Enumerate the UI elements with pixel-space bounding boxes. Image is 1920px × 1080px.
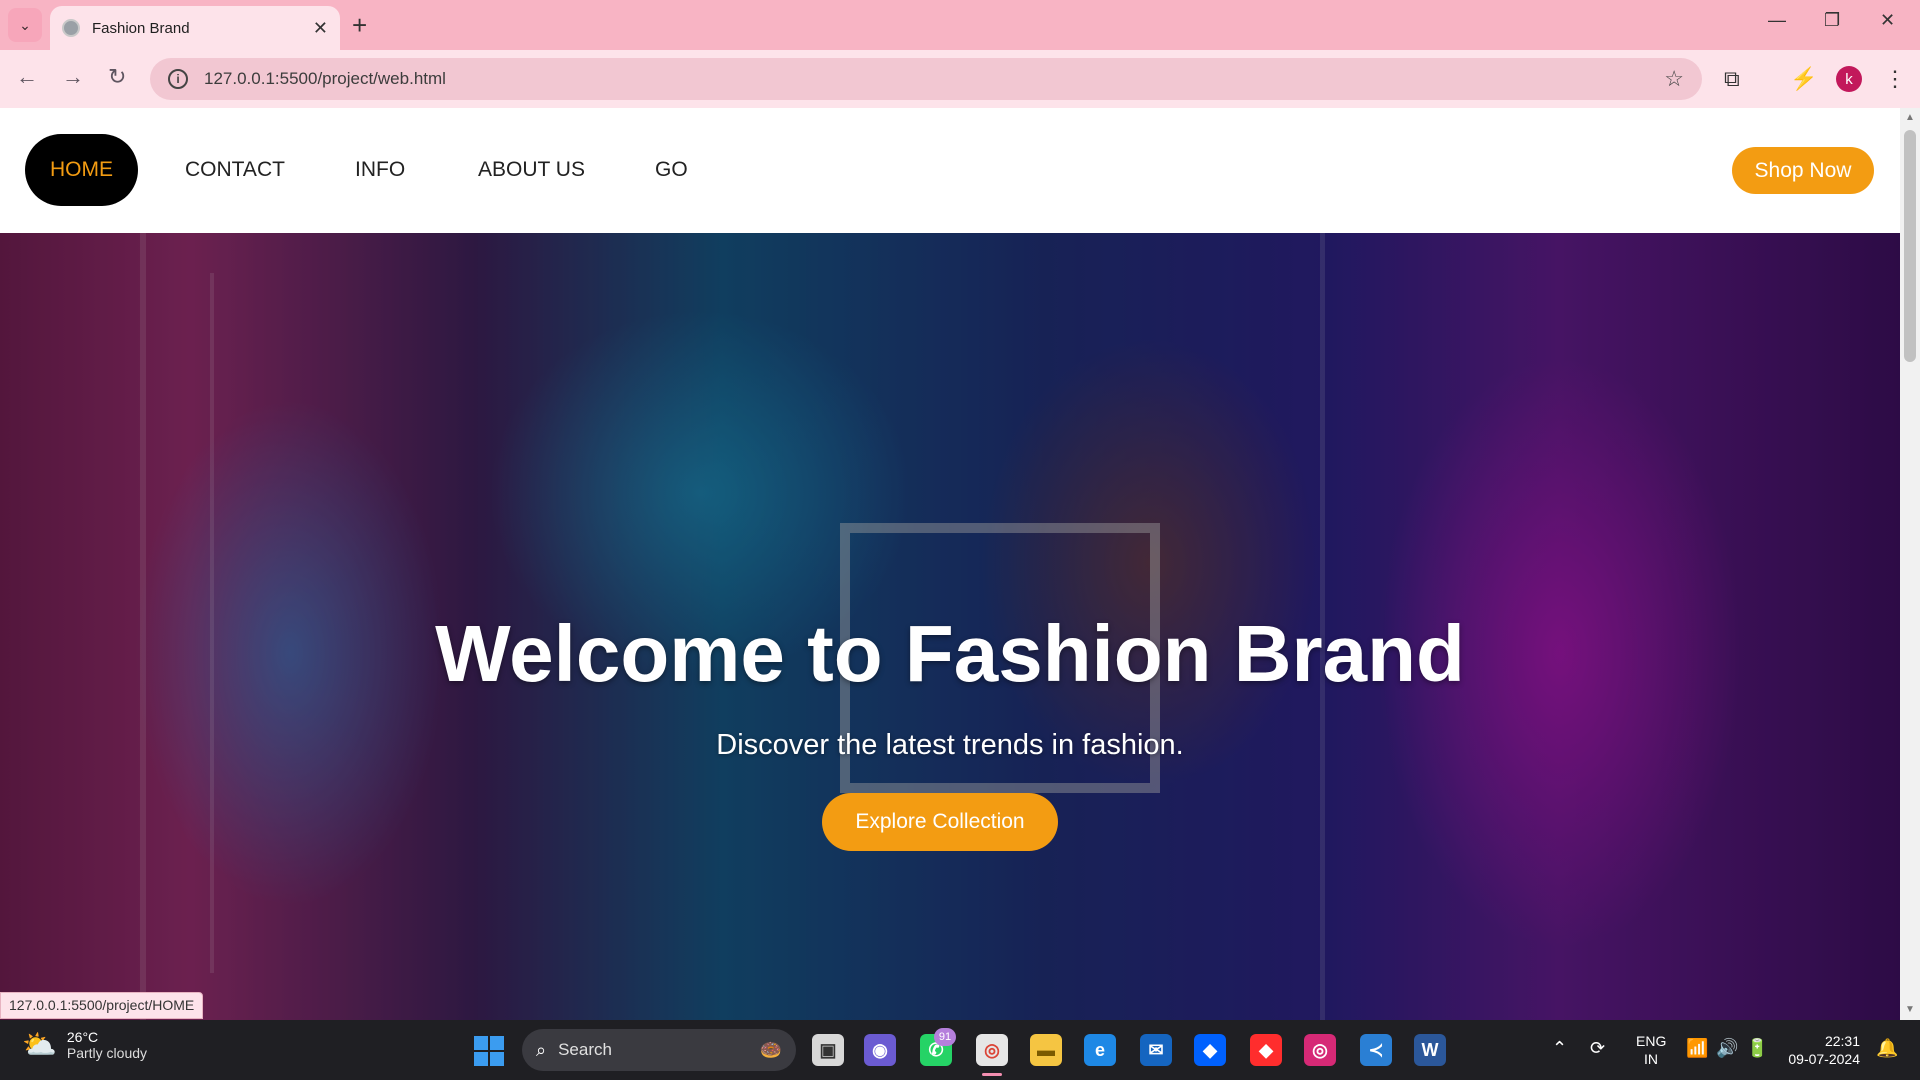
url-text[interactable]: 127.0.0.1:5500/project/web.html	[204, 69, 1664, 89]
mail-icon[interactable]: ✉	[1140, 1034, 1172, 1066]
app-red-diamond-icon[interactable]: ◆	[1250, 1034, 1282, 1066]
wifi-icon[interactable]: 📶	[1686, 1038, 1708, 1059]
nav-info[interactable]: INFO	[355, 134, 405, 206]
site-info-icon[interactable]: i	[168, 69, 188, 89]
vscode-icon[interactable]: ≺	[1360, 1034, 1392, 1066]
new-tab-button[interactable]: +	[352, 10, 367, 40]
minimize-icon[interactable]: —	[1768, 10, 1786, 31]
site-navbar: HOME CONTACT INFO ABOUT US GO Shop Now	[0, 108, 1900, 233]
battery-icon[interactable]: 🔋	[1746, 1038, 1768, 1059]
search-highlight-icon: 🍩	[759, 1039, 782, 1060]
tab-search-button[interactable]: ⌄	[8, 8, 42, 42]
hero-section: Welcome to Fashion Brand Discover the la…	[0, 233, 1900, 1020]
hero-subtitle: Discover the latest trends in fashion.	[716, 729, 1184, 761]
whatsapp-badge: 91	[934, 1028, 956, 1046]
back-icon[interactable]: ←	[16, 64, 38, 90]
shop-now-button[interactable]: Shop Now	[1732, 147, 1874, 194]
profile-avatar[interactable]: k	[1836, 66, 1862, 92]
sync-icon[interactable]: ⟳	[1590, 1038, 1605, 1059]
address-bar[interactable]: i 127.0.0.1:5500/project/web.html ☆	[150, 58, 1702, 100]
language-indicator[interactable]: ENG IN	[1636, 1032, 1666, 1068]
taskbar-search[interactable]: ⌕ Search 🍩	[522, 1029, 796, 1071]
close-window-icon[interactable]: ✕	[1880, 10, 1895, 31]
hero-title: Welcome to Fashion Brand	[435, 609, 1465, 698]
teams-chat-icon[interactable]: ◉	[864, 1034, 896, 1066]
weather-widget[interactable]: ⛅ 26°C Partly cloudy	[22, 1028, 147, 1061]
lang-bottom: IN	[1644, 1051, 1658, 1067]
close-tab-icon[interactable]: ✕	[313, 18, 328, 39]
clock-time: 22:31	[1824, 1033, 1860, 1049]
restore-icon[interactable]: ❐	[1824, 10, 1840, 31]
performance-icon[interactable]: ⚡	[1790, 66, 1817, 92]
tray-overflow-icon[interactable]: ⌃	[1552, 1038, 1567, 1059]
windows-start-icon[interactable]	[474, 1036, 504, 1066]
browser-tab[interactable]: Fashion Brand ✕	[50, 6, 340, 50]
nav-contact[interactable]: CONTACT	[185, 134, 285, 206]
volume-icon[interactable]: 🔊	[1716, 1038, 1738, 1059]
menu-kebab-icon[interactable]: ⋮	[1884, 66, 1906, 92]
scrollbar-thumb[interactable]	[1904, 130, 1916, 362]
clock[interactable]: 22:31 09-07-2024	[1786, 1032, 1860, 1068]
search-icon: ⌕	[536, 1039, 547, 1060]
taskbar-search-label: Search	[558, 1040, 612, 1059]
notification-bell-icon[interactable]: 🔔	[1876, 1038, 1898, 1059]
chrome-icon[interactable]: ◎	[976, 1034, 1008, 1076]
scroll-up-icon[interactable]: ▲	[1905, 112, 1915, 123]
tab-strip: ⌄ Fashion Brand ✕ + — ❐ ✕	[0, 0, 1920, 50]
clock-date: 09-07-2024	[1788, 1051, 1860, 1067]
explore-collection-button[interactable]: Explore Collection	[822, 793, 1058, 851]
word-icon[interactable]: W	[1414, 1034, 1446, 1066]
forward-icon[interactable]: →	[62, 64, 84, 90]
task-view-icon[interactable]: ▣	[812, 1034, 844, 1066]
nav-home[interactable]: HOME	[25, 134, 138, 206]
taskbar: ⛅ 26°C Partly cloudy ⌕ Search 🍩 ▣ ◉ ✆ 91…	[0, 1020, 1920, 1080]
page-viewport: HOME CONTACT INFO ABOUT US GO Shop Now W…	[0, 108, 1900, 1020]
link-status-bubble: 127.0.0.1:5500/project/HOME	[0, 992, 204, 1019]
chevron-down-icon: ⌄	[19, 16, 31, 33]
partly-cloudy-icon: ⛅	[22, 1029, 57, 1060]
file-explorer-icon[interactable]: ▬	[1030, 1034, 1062, 1066]
extensions-icon[interactable]: ⧉	[1724, 66, 1740, 92]
nav-about-us[interactable]: ABOUT US	[478, 134, 585, 206]
scroll-down-icon[interactable]: ▼	[1905, 1004, 1915, 1015]
edge-icon[interactable]: e	[1084, 1034, 1116, 1066]
lang-top: ENG	[1636, 1033, 1667, 1049]
tab-title: Fashion Brand	[92, 19, 190, 37]
dropbox-icon[interactable]: ◆	[1194, 1034, 1226, 1066]
reload-icon[interactable]: ↻	[108, 64, 126, 90]
weather-condition: Partly cloudy	[66, 1044, 148, 1061]
page-scrollbar[interactable]: ▲ ▼	[1900, 108, 1920, 1020]
instagram-icon[interactable]: ◎	[1304, 1034, 1336, 1066]
browser-toolbar: ← → ↻ i 127.0.0.1:5500/project/web.html …	[0, 50, 1920, 108]
nav-go[interactable]: GO	[655, 134, 688, 206]
globe-icon	[62, 19, 80, 37]
weather-temp: 26°C	[66, 1028, 99, 1045]
bookmark-star-icon[interactable]: ☆	[1664, 66, 1684, 92]
